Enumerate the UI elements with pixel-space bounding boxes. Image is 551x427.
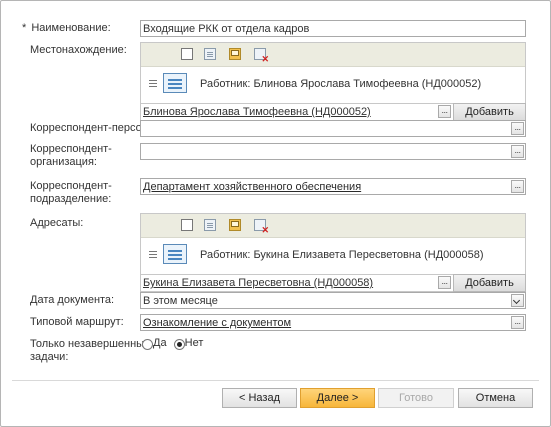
correspondent-org-label-line1: Корреспондент- xyxy=(30,143,112,155)
route-label: Типовой маршрут: xyxy=(30,316,124,328)
location-label: Местонахождение: xyxy=(30,44,127,56)
next-button[interactable]: Далее > xyxy=(300,388,375,408)
name-input-value: Входящие РКК от отдела кадров xyxy=(143,23,310,35)
location-toolbar xyxy=(141,43,525,67)
addressees-list-item[interactable]: Работник: Букина Елизавета Пересветовна … xyxy=(141,238,525,274)
chevron-down-icon[interactable] xyxy=(511,294,524,307)
location-pick-button[interactable]: ... xyxy=(438,105,451,118)
drag-handle-icon[interactable] xyxy=(149,80,157,81)
doc-date-label: Дата документа: xyxy=(30,294,115,306)
addressees-panel: Работник: Букина Елизавета Пересветовна … xyxy=(140,213,526,292)
addressees-toolbar xyxy=(141,214,525,238)
correspondent-org-pick-button[interactable]: ... xyxy=(511,145,524,158)
table-icon[interactable] xyxy=(204,219,216,231)
correspondent-dept-label-line2: подразделение: xyxy=(30,193,112,205)
unfinished-label-line2: задачи: xyxy=(30,351,69,363)
location-select-row: Блинова Ярослава Тимофеевна (НД000052) .… xyxy=(141,103,526,121)
checkbox-icon[interactable] xyxy=(181,48,193,60)
unfinished-radio-yes[interactable]: Да xyxy=(142,337,167,350)
location-item-text: Работник: Блинова Ярослава Тимофеевна (Н… xyxy=(200,78,482,90)
addressees-select-row: Букина Елизавета Пересветовна (НД000058)… xyxy=(141,274,526,292)
required-mark: * xyxy=(22,22,27,34)
doc-date-value: В этом месяце xyxy=(143,295,218,307)
cancel-button[interactable]: Отмена xyxy=(458,388,533,408)
drag-handle-icon[interactable] xyxy=(149,251,157,252)
delete-icon[interactable] xyxy=(254,48,269,64)
correspondent-org-field[interactable]: ... xyxy=(140,143,526,160)
correspondent-dept-field[interactable]: Департамент хозяйственного обеспечения .… xyxy=(140,178,526,195)
doc-date-select[interactable]: В этом месяце xyxy=(140,292,526,309)
table-icon[interactable] xyxy=(204,48,216,60)
footer-divider xyxy=(12,380,539,381)
correspondent-person-field[interactable]: ... xyxy=(140,120,526,137)
unfinished-radio-group: Да Нет xyxy=(142,337,207,350)
addressees-selected-value[interactable]: Букина Елизавета Пересветовна (НД000058) xyxy=(143,276,373,290)
correspondent-dept-label: Корреспондент- подразделение: xyxy=(30,180,112,206)
unfinished-label-line1: Только незавершенные xyxy=(30,338,151,350)
location-panel: Работник: Блинова Ярослава Тимофеевна (Н… xyxy=(140,42,526,121)
correspondent-org-label: Корреспондент- организация: xyxy=(30,143,112,169)
correspondent-dept-pick-button[interactable]: ... xyxy=(511,180,524,193)
route-field[interactable]: Ознакомление с документом ... xyxy=(140,314,526,331)
addressees-add-button[interactable]: Добавить xyxy=(453,274,526,292)
correspondent-dept-value[interactable]: Департамент хозяйственного обеспечения xyxy=(143,180,361,194)
route-pick-button[interactable]: ... xyxy=(511,316,524,329)
location-list-item[interactable]: Работник: Блинова Ярослава Тимофеевна (Н… xyxy=(141,67,525,103)
location-selected-value[interactable]: Блинова Ярослава Тимофеевна (НД000052) xyxy=(143,105,371,119)
location-add-button[interactable]: Добавить xyxy=(453,103,526,121)
correspondent-person-label: Корреспондент-персона: xyxy=(30,122,158,134)
correspondent-dept-label-line1: Корреспондент- xyxy=(30,180,112,192)
name-label: * Наименование: xyxy=(22,22,111,35)
employee-card-icon xyxy=(163,244,187,264)
delete-icon[interactable] xyxy=(254,219,269,235)
name-label-text: Наименование: xyxy=(31,22,111,34)
name-input[interactable]: Входящие РКК от отдела кадров xyxy=(140,20,526,37)
unfinished-radio-no[interactable]: Нет xyxy=(173,337,203,350)
unfinished-label: Только незавершенные задачи: xyxy=(30,338,150,364)
checkbox-icon[interactable] xyxy=(181,219,193,231)
addressees-pick-button[interactable]: ... xyxy=(438,276,451,289)
done-button: Готово xyxy=(378,388,454,408)
mail-icon[interactable] xyxy=(229,48,241,60)
route-value[interactable]: Ознакомление с документом xyxy=(143,316,291,330)
addressees-label: Адресаты: xyxy=(30,217,84,229)
employee-card-icon xyxy=(163,73,187,93)
mail-icon[interactable] xyxy=(229,219,241,231)
correspondent-org-label-line2: организация: xyxy=(30,156,97,168)
back-button[interactable]: < Назад xyxy=(222,388,297,408)
addressees-item-text: Работник: Букина Елизавета Пересветовна … xyxy=(200,249,484,261)
correspondent-person-pick-button[interactable]: ... xyxy=(511,122,524,135)
